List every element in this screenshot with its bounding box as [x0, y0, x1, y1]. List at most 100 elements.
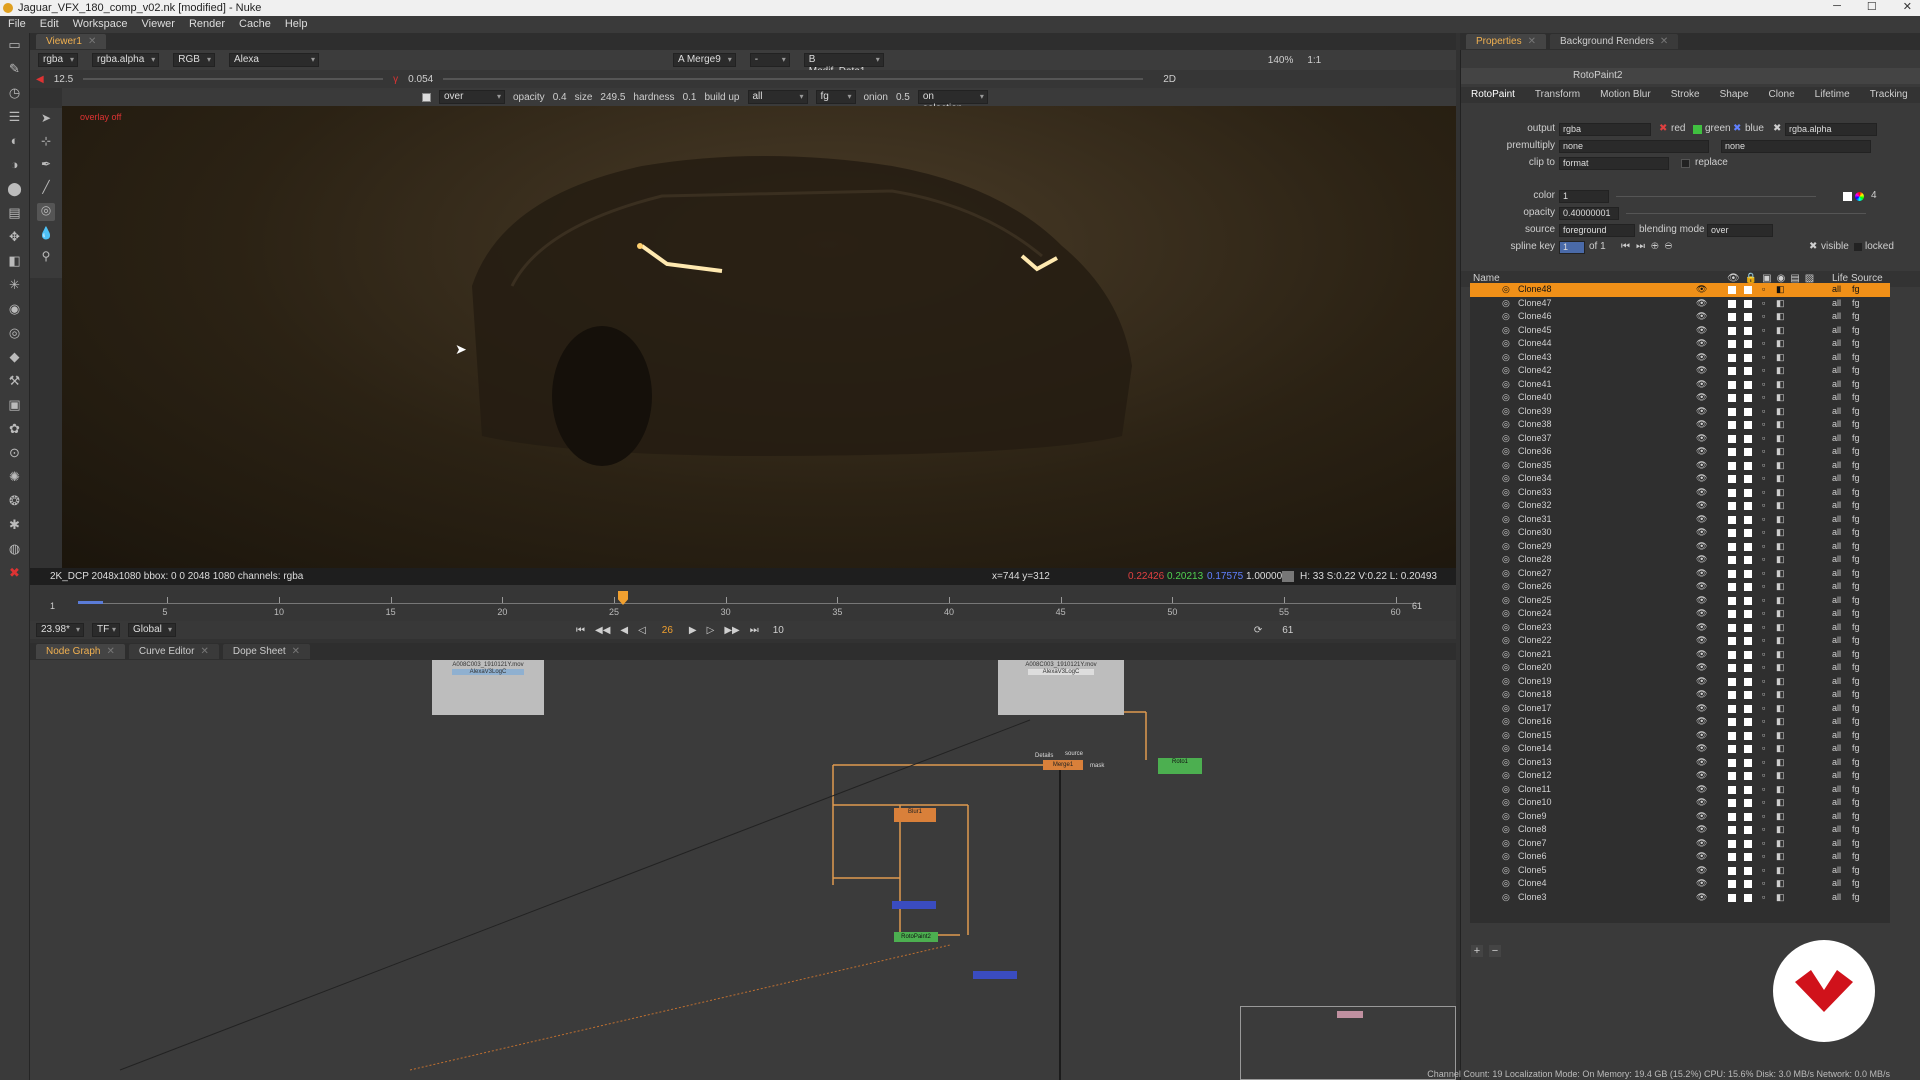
range-dropdown[interactable]: Global: [128, 623, 176, 637]
tab-dope-sheet[interactable]: Dope Sheet ✕: [222, 644, 311, 659]
stroke-row[interactable]: ◎ Clone37 👁 ▫ ◧ all fg: [1470, 432, 1890, 446]
stroke-color-swatch[interactable]: [1744, 650, 1752, 659]
spline-key-nav[interactable]: ⏮⏭⊕⊖: [1621, 239, 1678, 255]
fstop-icon[interactable]: ◀: [36, 74, 44, 85]
gain-value[interactable]: 12.5: [54, 74, 73, 85]
tab-viewer1[interactable]: Viewer1 ✕: [36, 34, 107, 49]
blend-icon[interactable]: ◧: [1776, 472, 1785, 485]
invert-icon[interactable]: ▫: [1762, 283, 1765, 296]
blend-icon[interactable]: ◧: [1776, 702, 1785, 715]
invert-icon[interactable]: ▫: [1762, 472, 1765, 485]
menu-edit[interactable]: Edit: [40, 16, 59, 33]
close-tab-icon[interactable]: ✕: [1528, 36, 1536, 47]
timeline-right-end[interactable]: 61: [1282, 625, 1293, 636]
visibility-icon[interactable]: 👁: [1696, 823, 1707, 836]
stroke-row[interactable]: ◎ Clone9 👁 ▫ ◧ all fg: [1470, 810, 1890, 824]
pixelfudger-icon[interactable]: ◍: [7, 541, 23, 557]
on-selection-dropdown[interactable]: on selection: [917, 90, 988, 114]
invert-icon[interactable]: ▫: [1762, 688, 1765, 701]
stroke-enabled-check[interactable]: [1728, 475, 1736, 483]
stroke-enabled-check[interactable]: [1728, 367, 1736, 375]
invert-icon[interactable]: ▫: [1762, 594, 1765, 607]
stroke-color-swatch[interactable]: [1744, 299, 1752, 308]
menu-help[interactable]: Help: [285, 16, 308, 33]
invert-icon[interactable]: ▫: [1762, 769, 1765, 782]
stroke-enabled-check[interactable]: [1728, 434, 1736, 443]
stroke-color-swatch[interactable]: [1744, 718, 1752, 726]
node-name[interactable]: RotoPaint2: [1573, 68, 1622, 84]
stroke-enabled-check[interactable]: [1728, 407, 1736, 416]
blur-tool-icon[interactable]: 💧: [37, 226, 55, 244]
invert-icon[interactable]: ▫: [1762, 351, 1765, 364]
invert-icon[interactable]: ▫: [1762, 432, 1765, 445]
stroke-row[interactable]: ◎ Clone23 👁 ▫ ◧ all fg: [1470, 621, 1890, 635]
stroke-color-swatch[interactable]: [1744, 596, 1752, 605]
tab-properties[interactable]: Properties ✕: [1466, 34, 1546, 49]
stroke-enabled-check[interactable]: [1728, 853, 1736, 861]
invert-icon[interactable]: ▫: [1762, 796, 1765, 809]
stroke-row[interactable]: ◎ Clone12 👁 ▫ ◧ all fg: [1470, 769, 1890, 783]
rotopaint-node[interactable]: RotoPaint2: [894, 932, 938, 942]
prev-frame-icon[interactable]: ◁: [638, 625, 646, 636]
invert-icon[interactable]: ▫: [1762, 783, 1765, 796]
stroke-enabled-check[interactable]: [1728, 353, 1736, 362]
stroke-enabled-check[interactable]: [1728, 893, 1736, 902]
spline-key-value[interactable]: 1: [1559, 241, 1585, 254]
invert-icon[interactable]: ▫: [1762, 364, 1765, 377]
invert-icon[interactable]: ▫: [1762, 810, 1765, 823]
invert-icon[interactable]: ▫: [1762, 891, 1765, 904]
red-giant-icon[interactable]: ✖: [7, 565, 23, 581]
keyer-nodes-icon[interactable]: ⬤: [7, 181, 23, 197]
visibility-icon[interactable]: 👁: [1696, 540, 1707, 553]
stroke-enabled-check[interactable]: [1728, 448, 1736, 456]
invert-icon[interactable]: ▫: [1762, 702, 1765, 715]
invert-icon[interactable]: ▫: [1762, 459, 1765, 472]
stroke-color-swatch[interactable]: [1744, 394, 1752, 402]
blend-dropdown[interactable]: over: [439, 90, 505, 104]
stroke-color-swatch[interactable]: [1744, 812, 1752, 821]
invert-icon[interactable]: ▫: [1762, 756, 1765, 769]
stroke-row[interactable]: ◎ Clone45 👁 ▫ ◧ all fg: [1470, 324, 1890, 338]
menu-file[interactable]: File: [8, 16, 26, 33]
visibility-icon[interactable]: 👁: [1696, 688, 1707, 701]
roto-node[interactable]: Roto1: [1158, 758, 1202, 774]
visibility-icon[interactable]: 👁: [1696, 742, 1707, 755]
brush-tool-icon[interactable]: ╱: [37, 180, 55, 198]
gamma-icon[interactable]: γ: [393, 74, 398, 85]
stroke-row[interactable]: ◎ Clone5 👁 ▫ ◧ all fg: [1470, 864, 1890, 878]
input-b-dropdown[interactable]: B Modif..Data1: [803, 53, 884, 77]
visibility-icon[interactable]: 👁: [1696, 526, 1707, 539]
stroke-color-swatch[interactable]: [1744, 637, 1752, 645]
stroke-color-swatch[interactable]: [1744, 461, 1752, 470]
blend-icon[interactable]: ◧: [1776, 891, 1785, 904]
stroke-color-swatch[interactable]: [1744, 407, 1752, 416]
invert-icon[interactable]: ▫: [1762, 742, 1765, 755]
stroke-enabled-check[interactable]: [1728, 880, 1736, 888]
invert-icon[interactable]: ▫: [1762, 405, 1765, 418]
visibility-icon[interactable]: 👁: [1696, 553, 1707, 566]
grade-node[interactable]: [892, 901, 936, 909]
blend-icon[interactable]: ◧: [1776, 675, 1785, 688]
stroke-color-swatch[interactable]: [1744, 353, 1752, 362]
visibility-icon[interactable]: 👁: [1696, 567, 1707, 580]
premultiply-dropdown-2[interactable]: none: [1721, 140, 1871, 153]
play-back-icon[interactable]: ◀: [620, 625, 628, 636]
stroke-row[interactable]: ◎ Clone44 👁 ▫ ◧ all fg: [1470, 337, 1890, 351]
visibility-icon[interactable]: 👁: [1696, 796, 1707, 809]
add-stroke-button[interactable]: +: [1471, 945, 1483, 957]
stroke-enabled-check[interactable]: [1728, 502, 1736, 510]
stroke-row[interactable]: ◎ Clone20 👁 ▫ ◧ all fg: [1470, 661, 1890, 675]
stroke-row[interactable]: ◎ Clone16 👁 ▫ ◧ all fg: [1470, 715, 1890, 729]
green-channel-check[interactable]: [1693, 125, 1702, 134]
blend-icon[interactable]: ◧: [1776, 432, 1785, 445]
stroke-row[interactable]: ◎ Clone28 👁 ▫ ◧ all fg: [1470, 553, 1890, 567]
stroke-row[interactable]: ◎ Clone21 👁 ▫ ◧ all fg: [1470, 648, 1890, 662]
alpha-dropdown[interactable]: rgba.alpha: [92, 53, 160, 67]
visibility-icon[interactable]: 👁: [1696, 445, 1707, 458]
blend-icon[interactable]: ◧: [1776, 499, 1785, 512]
next-frame-icon[interactable]: ▷: [707, 625, 715, 636]
image-nodes-icon[interactable]: ▭: [7, 37, 23, 53]
stroke-color-swatch[interactable]: [1744, 286, 1752, 294]
time-nodes-icon[interactable]: ◷: [7, 85, 23, 101]
visibility-icon[interactable]: 👁: [1696, 850, 1707, 863]
